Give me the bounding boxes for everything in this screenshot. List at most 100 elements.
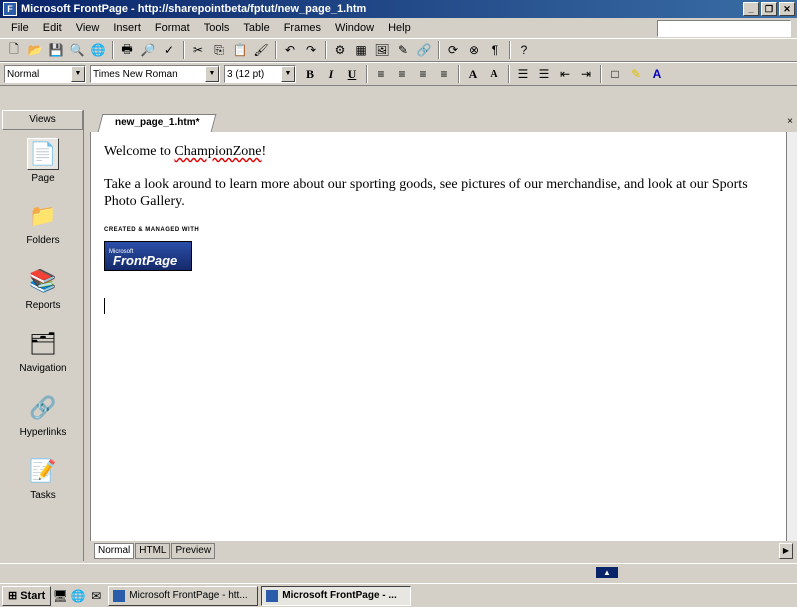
insert-table-icon[interactable]: ▦ <box>351 40 371 60</box>
menu-window[interactable]: Window <box>328 22 381 34</box>
menu-file[interactable]: File <box>4 22 36 34</box>
tab-html[interactable]: HTML <box>135 543 171 559</box>
refresh-icon[interactable]: ⟳ <box>443 40 463 60</box>
connection-speed-icon: ▲ <box>596 567 618 578</box>
close-button[interactable]: ✕ <box>779 2 795 16</box>
toolbar-separator <box>275 41 277 59</box>
paste-icon[interactable]: 📋 <box>230 40 250 60</box>
toolbar-separator <box>438 41 440 59</box>
tab-new-page[interactable]: new_page_1.htm* <box>97 114 217 132</box>
copy-icon[interactable]: ⎘ <box>209 40 229 60</box>
view-reports[interactable]: 📚 Reports <box>2 265 84 311</box>
scroll-right-icon[interactable]: ▶ <box>779 543 793 559</box>
menu-tools[interactable]: Tools <box>197 22 237 34</box>
spelling-icon[interactable]: ✓ <box>159 40 179 60</box>
start-button[interactable]: ⊞ Start <box>2 585 52 606</box>
hyperlinks-icon: 🔗 <box>29 395 57 420</box>
border-icon[interactable]: □ <box>605 64 625 84</box>
restore-button[interactable]: ❐ <box>761 2 777 16</box>
menu-help[interactable]: Help <box>381 22 418 34</box>
font-select[interactable]: Times New Roman ▼ <box>90 65 220 83</box>
title-bar: F Microsoft FrontPage - http://sharepoin… <box>0 0 797 18</box>
vertical-scrollbar[interactable] <box>787 132 797 542</box>
view-label: Navigation <box>19 363 67 374</box>
justify-icon[interactable]: ≡ <box>434 64 454 84</box>
preview-icon[interactable]: 🔎 <box>138 40 158 60</box>
align-right-icon[interactable]: ≡ <box>413 64 433 84</box>
ie-icon[interactable]: 🌐 <box>69 587 87 605</box>
view-navigation[interactable]: 🗂 Navigation <box>2 328 84 374</box>
task-label: Microsoft FrontPage - htt... <box>129 590 248 601</box>
menu-edit[interactable]: Edit <box>36 22 69 34</box>
web-component-icon[interactable]: ⚙ <box>330 40 350 60</box>
undo-icon[interactable]: ↶ <box>280 40 300 60</box>
view-folders[interactable]: 📁 Folders <box>2 200 84 246</box>
highlight-icon[interactable]: ✎ <box>626 64 646 84</box>
folder-icon: 📁 <box>29 203 57 228</box>
task-label: Microsoft FrontPage - ... <box>282 590 397 601</box>
chevron-down-icon[interactable]: ▼ <box>281 66 295 82</box>
page-content[interactable]: Welcome to ChampionZone! Take a look aro… <box>104 143 774 271</box>
menu-insert[interactable]: Insert <box>106 22 148 34</box>
frontpage-badge: CREATED & MANAGED WITH Microsoft FrontPa… <box>104 222 774 271</box>
toolbar-separator <box>325 41 327 59</box>
decrease-indent-icon[interactable]: ⇤ <box>555 64 575 84</box>
font-size-select[interactable]: 3 (12 pt) ▼ <box>224 65 296 83</box>
drawing-icon[interactable]: ✎ <box>393 40 413 60</box>
badge-caption: CREATED & MANAGED WITH <box>104 227 200 233</box>
cut-icon[interactable]: ✂ <box>188 40 208 60</box>
italic-icon[interactable]: I <box>321 64 341 84</box>
view-tasks[interactable]: 📝 Tasks <box>2 455 84 501</box>
increase-indent-icon[interactable]: ⇥ <box>576 64 596 84</box>
formatting-toolbar: Normal ▼ Times New Roman ▼ 3 (12 pt) ▼ B… <box>0 62 797 86</box>
style-select[interactable]: Normal ▼ <box>4 65 86 83</box>
tab-normal[interactable]: Normal <box>94 543 135 559</box>
frontpage-logo: Microsoft FrontPage <box>104 241 192 271</box>
menu-view[interactable]: View <box>69 22 107 34</box>
format-painter-icon[interactable]: 🖌 <box>251 40 271 60</box>
view-label: Hyperlinks <box>19 427 67 438</box>
open-icon[interactable]: 📂 <box>25 40 45 60</box>
minimize-button[interactable]: _ <box>743 2 759 16</box>
show-all-icon[interactable]: ¶ <box>485 40 505 60</box>
view-hyperlinks[interactable]: 🔗 Hyperlinks <box>2 392 84 438</box>
taskbar-item[interactable]: Microsoft FrontPage - htt... <box>108 585 259 606</box>
help-icon[interactable]: ? <box>514 40 534 60</box>
bullets-icon[interactable]: ☰ <box>534 64 554 84</box>
ask-question-box[interactable] <box>657 20 791 37</box>
tab-label: new_page_1.htm* <box>115 117 200 128</box>
menu-frames[interactable]: Frames <box>277 22 328 34</box>
save-icon[interactable]: 💾 <box>46 40 66 60</box>
search-icon[interactable]: 🔍 <box>67 40 87 60</box>
publish-icon[interactable]: 🌐 <box>88 40 108 60</box>
close-icon[interactable]: × <box>787 116 793 127</box>
menu-format[interactable]: Format <box>148 22 197 34</box>
align-center-icon[interactable]: ≡ <box>392 64 412 84</box>
insert-picture-icon[interactable]: 🖼 <box>372 40 392 60</box>
welcome-prefix: Welcome to <box>104 144 175 159</box>
new-page-icon[interactable]: 🗋 <box>4 40 24 60</box>
taskbar-item[interactable]: Microsoft FrontPage - ... <box>261 585 412 606</box>
stop-icon[interactable]: ⊗ <box>464 40 484 60</box>
desktop-icon[interactable]: 🖥 <box>51 587 69 605</box>
view-mode-tabs: Normal HTML Preview ▶ <box>90 541 797 561</box>
chevron-down-icon[interactable]: ▼ <box>205 66 219 82</box>
print-icon[interactable]: 🖶 <box>117 40 137 60</box>
hyperlink-icon[interactable]: 🔗 <box>414 40 434 60</box>
numbering-icon[interactable]: ☰ <box>513 64 533 84</box>
view-page[interactable]: 📄 Page <box>2 138 84 184</box>
windows-logo-icon: ⊞ <box>8 590 18 602</box>
frontpage-app-icon[interactable]: F <box>3 2 17 16</box>
redo-icon[interactable]: ↷ <box>301 40 321 60</box>
decrease-font-icon[interactable]: A <box>484 64 504 84</box>
font-color-icon[interactable]: A <box>647 64 667 84</box>
menu-table[interactable]: Table <box>236 22 276 34</box>
outlook-icon[interactable]: ✉ <box>87 587 105 605</box>
underline-icon[interactable]: U <box>342 64 362 84</box>
chevron-down-icon[interactable]: ▼ <box>71 66 85 82</box>
increase-font-icon[interactable]: A <box>463 64 483 84</box>
tab-preview[interactable]: Preview <box>171 543 216 559</box>
align-left-icon[interactable]: ≡ <box>371 64 391 84</box>
bold-icon[interactable]: B <box>300 64 320 84</box>
toolbar-separator <box>509 41 511 59</box>
